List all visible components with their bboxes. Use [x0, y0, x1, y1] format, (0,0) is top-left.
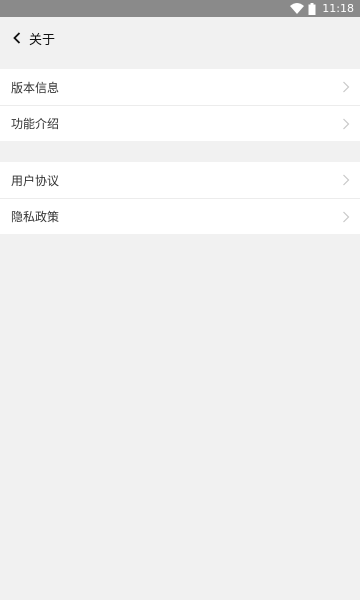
settings-group-2: 用户协议 隐私政策: [0, 162, 360, 234]
list-item-version-info[interactable]: 版本信息: [0, 69, 360, 105]
battery-icon: [308, 2, 316, 15]
chevron-left-icon: [13, 32, 21, 44]
list-item-label: 功能介绍: [11, 117, 60, 131]
back-button[interactable]: [8, 29, 26, 47]
page-title: 关于: [29, 32, 56, 48]
list-item-label: 隐私政策: [11, 210, 60, 224]
status-time: 11:18: [322, 2, 354, 15]
list-item-privacy-policy[interactable]: 隐私政策: [0, 198, 360, 234]
nav-bar: 关于: [0, 17, 360, 59]
chevron-right-icon: [343, 118, 350, 129]
list-item-label: 用户协议: [11, 173, 60, 188]
list-item-label: 版本信息: [11, 80, 60, 95]
list-item-feature-intro[interactable]: 功能介绍: [0, 105, 360, 141]
chevron-right-icon: [343, 211, 350, 222]
list-item-user-agreement[interactable]: 用户协议: [0, 162, 360, 198]
status-bar: 11:18: [0, 0, 360, 17]
chevron-right-icon: [343, 81, 350, 93]
chevron-right-icon: [343, 174, 350, 186]
settings-group-1: 版本信息 功能介绍: [0, 69, 360, 141]
wifi-icon: [290, 3, 305, 14]
